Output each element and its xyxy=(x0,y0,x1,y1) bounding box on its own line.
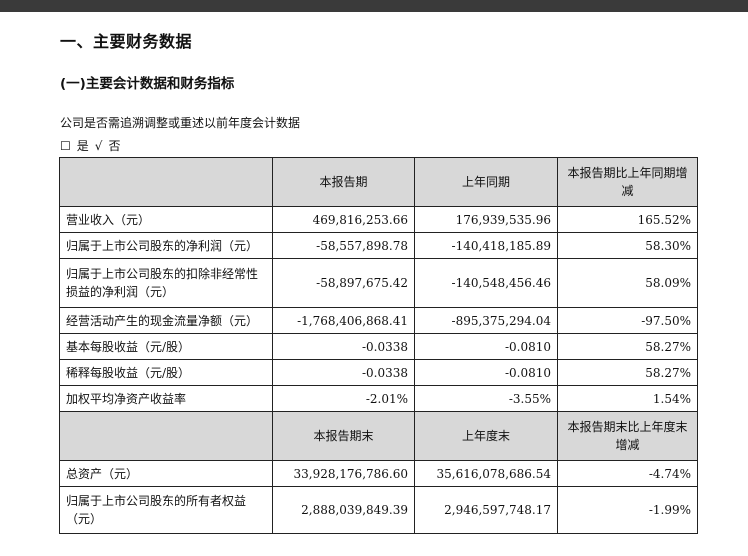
table-row: 总资产（元） 33,928,176,786.60 35,616,078,686.… xyxy=(59,460,698,487)
header-prior-period: 上年同期 xyxy=(414,157,558,207)
change-value: 58.09% xyxy=(557,258,698,308)
current-value: -0.0338 xyxy=(272,359,415,386)
restate-choice: ☐ 是 √ 否 xyxy=(60,137,126,154)
checkmark-icon: √ xyxy=(94,139,103,153)
prior-value: 2,946,597,748.17 xyxy=(414,486,558,534)
change-value: -4.74% xyxy=(557,460,698,487)
header-change: 本报告期比上年同期增减 xyxy=(557,157,698,207)
row-label: 归属于上市公司股东的净利润（元） xyxy=(59,232,273,259)
header-blank-cell xyxy=(59,411,273,461)
row-label: 归属于上市公司股东的扣除非经常性损益的净利润（元） xyxy=(59,258,273,308)
change-value: 58.30% xyxy=(557,232,698,259)
prior-value: -0.0810 xyxy=(414,333,558,360)
prior-value: -3.55% xyxy=(414,385,558,412)
current-value: -1,768,406,868.41 xyxy=(272,307,415,334)
row-label: 营业收入（元） xyxy=(59,206,273,233)
change-value: 58.27% xyxy=(557,333,698,360)
current-value: -58,897,675.42 xyxy=(272,258,415,308)
restate-question: 公司是否需追溯调整或重述以前年度会计数据 xyxy=(60,116,301,130)
prior-value: 35,616,078,686.54 xyxy=(414,460,558,487)
table-row: 加权平均净资产收益率 -2.01% -3.55% 1.54% xyxy=(59,385,698,412)
financial-data-table: 本报告期 上年同期 本报告期比上年同期增减 营业收入（元） 469,816,25… xyxy=(59,157,698,534)
current-value: 2,888,039,849.39 xyxy=(272,486,415,534)
table-row: 经营活动产生的现金流量净额（元） -1,768,406,868.41 -895,… xyxy=(59,307,698,334)
header-prior-year-end: 上年度末 xyxy=(414,411,558,461)
table-row: 归属于上市公司股东的所有者权益（元） 2,888,039,849.39 2,94… xyxy=(59,486,698,534)
choice-no-label: 否 xyxy=(108,139,121,153)
prior-value: -895,375,294.04 xyxy=(414,307,558,334)
current-value: -2.01% xyxy=(272,385,415,412)
table-header-row: 本报告期末 上年度末 本报告期末比上年度末增减 xyxy=(59,411,698,461)
row-label: 加权平均净资产收益率 xyxy=(59,385,273,412)
table-row: 基本每股收益（元/股） -0.0338 -0.0810 58.27% xyxy=(59,333,698,360)
change-value: -97.50% xyxy=(557,307,698,334)
table-header-row: 本报告期 上年同期 本报告期比上年同期增减 xyxy=(59,157,698,207)
row-label: 基本每股收益（元/股） xyxy=(59,333,273,360)
header-change: 本报告期末比上年度末增减 xyxy=(557,411,698,461)
table-row: 稀释每股收益（元/股） -0.0338 -0.0810 58.27% xyxy=(59,359,698,386)
row-label: 总资产（元） xyxy=(59,460,273,487)
current-value: -0.0338 xyxy=(272,333,415,360)
change-value: 58.27% xyxy=(557,359,698,386)
checkbox-icon: ☐ xyxy=(60,139,71,153)
choice-yes-label: 是 xyxy=(76,139,89,153)
section-title: 一、主要财务数据 xyxy=(60,32,193,51)
header-blank-cell xyxy=(59,157,273,207)
header-current-period: 本报告期 xyxy=(272,157,415,207)
subsection-title: (一)主要会计数据和财务指标 xyxy=(60,76,235,92)
prior-value: -140,418,185.89 xyxy=(414,232,558,259)
current-value: 33,928,176,786.60 xyxy=(272,460,415,487)
table-row: 营业收入（元） 469,816,253.66 176,939,535.96 16… xyxy=(59,206,698,233)
current-value: 469,816,253.66 xyxy=(272,206,415,233)
table-row: 归属于上市公司股东的扣除非经常性损益的净利润（元） -58,897,675.42… xyxy=(59,258,698,308)
table-row: 归属于上市公司股东的净利润（元） -58,557,898.78 -140,418… xyxy=(59,232,698,259)
prior-value: -140,548,456.46 xyxy=(414,258,558,308)
top-bar xyxy=(0,0,748,12)
row-label: 稀释每股收益（元/股） xyxy=(59,359,273,386)
current-value: -58,557,898.78 xyxy=(272,232,415,259)
row-label: 归属于上市公司股东的所有者权益（元） xyxy=(59,486,273,534)
prior-value: -0.0810 xyxy=(414,359,558,386)
change-value: 165.52% xyxy=(557,206,698,233)
change-value: -1.99% xyxy=(557,486,698,534)
change-value: 1.54% xyxy=(557,385,698,412)
row-label: 经营活动产生的现金流量净额（元） xyxy=(59,307,273,334)
prior-value: 176,939,535.96 xyxy=(414,206,558,233)
header-period-end: 本报告期末 xyxy=(272,411,415,461)
